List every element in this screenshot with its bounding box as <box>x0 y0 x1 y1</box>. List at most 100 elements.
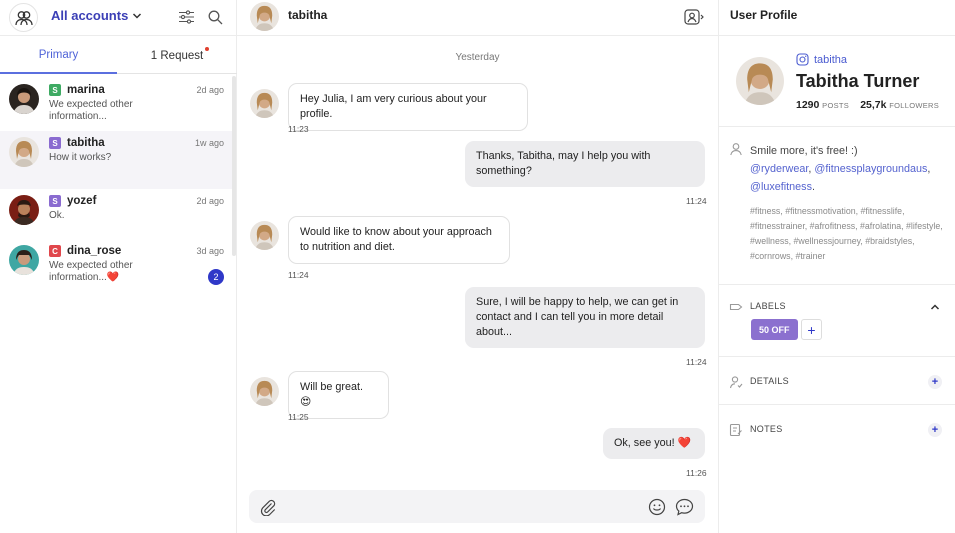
chevron-down-icon <box>133 12 142 19</box>
conversation-time: 2d ago <box>196 85 224 95</box>
message-time: 11:26 <box>686 468 707 478</box>
bio-text: Smile more, it's free! :) <box>750 145 858 157</box>
notes-section-header[interactable]: NOTES + <box>719 420 955 440</box>
bio-link[interactable]: @luxefitness <box>750 181 812 193</box>
platform-badge: C <box>49 245 61 257</box>
message-composer <box>249 490 705 523</box>
chat-header: tabitha <box>237 0 718 36</box>
platform-badge: S <box>49 137 61 149</box>
tag-icon <box>729 300 743 314</box>
divider <box>719 284 955 285</box>
divider <box>719 404 955 405</box>
profile-stats: 1290 POSTS 25,7k FOLLOWERS <box>796 99 939 111</box>
conversation-preview: How it works? <box>49 152 112 163</box>
avatar <box>9 195 39 225</box>
notification-dot <box>205 47 209 51</box>
profile-bio: Smile more, it's free! :) @ryderwear, @f… <box>750 142 950 196</box>
profile-hashtags: #fitness, #fitnessmotivation, #fitnessli… <box>750 206 943 261</box>
details-title: DETAILS <box>750 376 789 386</box>
message-bubble-outgoing: Ok, see you! ❤️ <box>603 428 705 459</box>
message-time: 11:23 <box>288 124 309 134</box>
avatar <box>250 377 279 406</box>
conversation-preview: Ok. <box>49 210 65 221</box>
message-time: 11:24 <box>686 357 707 367</box>
label-chip[interactable]: 50 OFF <box>751 319 798 340</box>
conversation-time: 3d ago <box>196 246 224 256</box>
followers-count: 25,7k <box>860 99 887 111</box>
conversation-name: yozef <box>67 195 97 207</box>
bio-icon <box>729 142 743 156</box>
chat-title: tabitha <box>288 8 328 22</box>
platform-badge: S <box>49 84 61 96</box>
avatar <box>9 245 39 275</box>
message-bubble-outgoing: Thanks, Tabitha, may I help you with som… <box>465 141 705 187</box>
conversation-item-tabitha[interactable]: S tabitha 1w ago How it works? <box>0 131 232 189</box>
quick-replies-icon[interactable] <box>674 497 694 517</box>
expand-details-button[interactable]: + <box>928 375 942 389</box>
conversation-preview: We expected other information...❤️ <box>49 260 133 283</box>
user-profile-toggle-icon[interactable] <box>684 8 704 26</box>
unread-count-badge: 2 <box>208 269 224 285</box>
message-bubble-incoming: Would like to know about your approach t… <box>288 216 510 264</box>
avatar <box>9 137 39 167</box>
notes-title: NOTES <box>750 424 783 434</box>
labels-section-header[interactable]: LABELS <box>719 297 955 317</box>
avatar <box>9 84 39 114</box>
tab-requests-label: 1 Request <box>150 49 204 62</box>
conversation-scrollbar[interactable] <box>232 76 236 256</box>
instagram-handle-link[interactable]: tabitha <box>796 53 847 66</box>
bio-link[interactable]: @ryderwear <box>750 163 808 175</box>
chevron-up-icon[interactable] <box>928 300 942 314</box>
account-selector[interactable]: All accounts <box>51 8 142 23</box>
conversation-item-marina[interactable]: S marina 2d ago We expected other inform… <box>0 78 232 136</box>
avatar[interactable] <box>250 2 279 31</box>
profile-full-name: Tabitha Turner <box>796 71 920 91</box>
posts-label: POSTS <box>822 101 850 110</box>
conversation-tabs: Primary 1 Request <box>0 37 237 74</box>
accounts-icon[interactable] <box>9 3 38 32</box>
conversation-name: dina_rose <box>67 245 122 257</box>
message-time: 11:25 <box>288 412 309 422</box>
instagram-handle: tabitha <box>814 53 848 66</box>
conversation-time: 1w ago <box>194 138 224 148</box>
profile-panel-title: User Profile <box>730 8 798 22</box>
bio-link[interactable]: @fitnessplaygroundaus <box>814 163 927 175</box>
conversation-name: marina <box>67 84 105 96</box>
user-profile-panel: User Profile tabitha Tabitha Turner 1290… <box>718 0 955 533</box>
message-input[interactable] <box>285 497 645 517</box>
divider <box>719 126 955 127</box>
conversation-name: tabitha <box>67 137 105 149</box>
profile-avatar <box>736 57 784 105</box>
message-bubble-outgoing: Sure, I will be happy to help, we can ge… <box>465 287 705 348</box>
message-bubble-incoming: Hey Julia, I am very curious about your … <box>288 83 528 131</box>
tab-requests[interactable]: 1 Request <box>117 37 237 74</box>
followers-label: FOLLOWERS <box>889 101 940 110</box>
message-time: 11:24 <box>686 196 707 206</box>
conversation-time: 2d ago <box>196 196 224 206</box>
emoji-icon[interactable] <box>647 497 667 517</box>
platform-badge: S <box>49 195 61 207</box>
conversation-preview: We expected other information... <box>49 99 133 122</box>
day-separator: Yesterday <box>455 52 500 63</box>
plus-icon: + <box>807 321 816 338</box>
user-details-icon <box>729 375 743 389</box>
attachment-icon[interactable] <box>258 497 278 517</box>
expand-notes-button[interactable]: + <box>928 423 942 437</box>
add-label-button[interactable]: + <box>801 319 822 340</box>
chat-panel: tabitha Yesterday Hey Julia, I am very c… <box>237 0 718 533</box>
notes-icon <box>729 423 743 437</box>
avatar <box>250 89 279 118</box>
message-time: 11:24 <box>288 270 309 280</box>
tab-primary[interactable]: Primary <box>0 37 117 74</box>
conversation-item-dina-rose[interactable]: C dina_rose 3d ago We expected other inf… <box>0 239 232 297</box>
labels-title: LABELS <box>750 301 786 311</box>
details-section-header[interactable]: DETAILS + <box>719 372 955 392</box>
profile-header: User Profile <box>719 0 955 36</box>
filter-icon[interactable] <box>177 8 195 26</box>
account-selector-label: All accounts <box>51 8 129 23</box>
search-icon[interactable] <box>206 8 224 26</box>
conversations-header: All accounts <box>0 0 237 36</box>
avatar <box>250 221 279 250</box>
posts-count: 1290 <box>796 99 820 111</box>
conversations-panel: All accounts Primary 1 Request S marina <box>0 0 237 533</box>
